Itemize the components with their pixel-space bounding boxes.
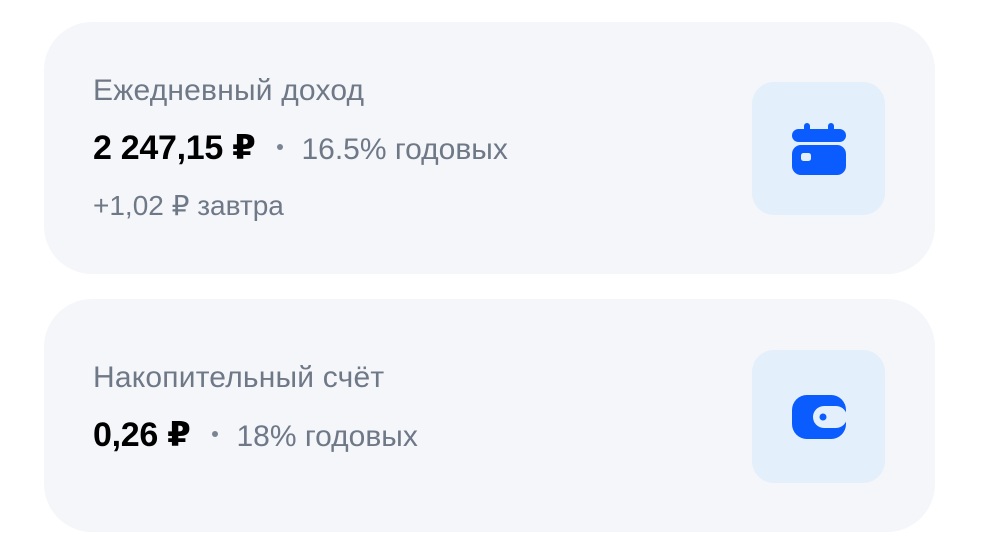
card-title: Ежедневный доход (93, 74, 365, 107)
card-title: Накопительный счёт (93, 361, 385, 394)
balance-amount: 0,26 ₽ (93, 416, 191, 454)
separator-dot (277, 144, 284, 150)
tomorrow-income: +1,02 ₽ завтра (93, 190, 284, 221)
interest-rate: 18% годовых (236, 420, 418, 453)
daily-income-card[interactable]: Ежедневный доход 2 247,15 ₽ 16.5% годовы… (44, 22, 935, 274)
amount-row: 0,26 ₽ 18% годовых (93, 415, 418, 455)
calendar-icon-tile (752, 82, 885, 215)
savings-account-card[interactable]: Накопительный счёт 0,26 ₽ 18% годовых (44, 299, 935, 532)
calendar-icon (791, 122, 846, 175)
balance-amount: 2 247,15 ₽ (93, 129, 256, 167)
wallet-icon-tile (752, 350, 885, 483)
wallet-icon (791, 394, 847, 439)
interest-rate: 16.5% годовых (301, 133, 508, 166)
amount-row: 2 247,15 ₽ 16.5% годовых (93, 128, 508, 168)
separator-dot (212, 431, 219, 437)
